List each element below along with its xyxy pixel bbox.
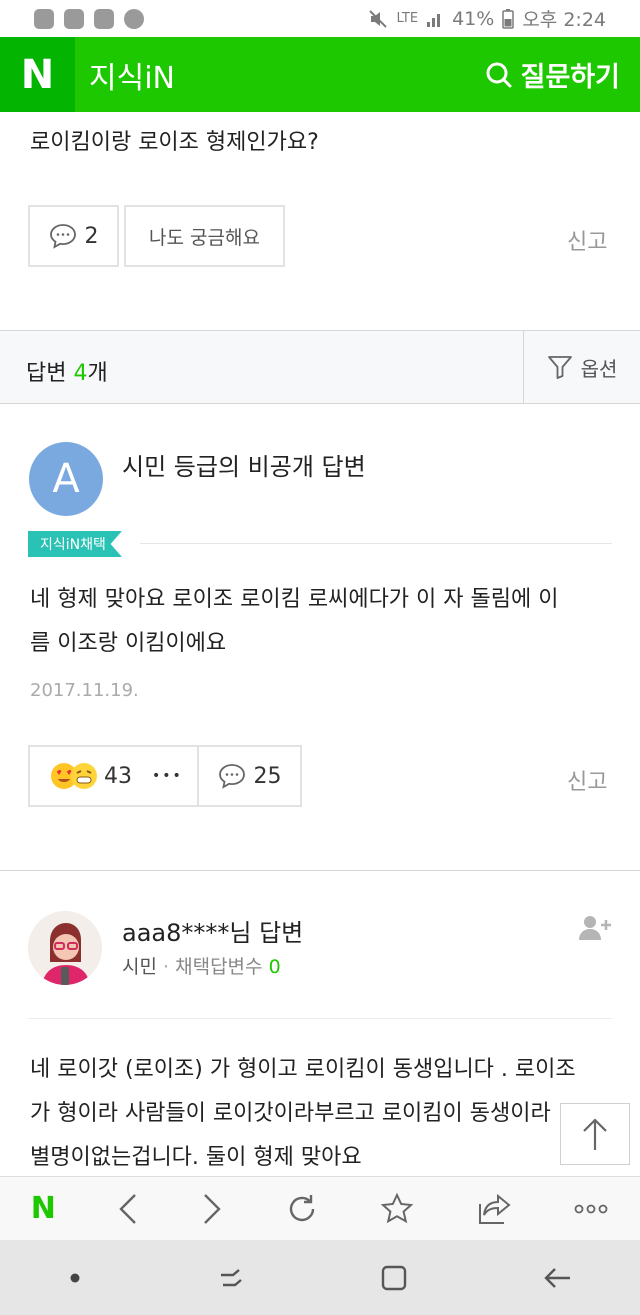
- answer-count: 답변 4개: [26, 355, 108, 387]
- adopted-badge: 지식iN채택: [28, 531, 122, 557]
- status-notification-icons: [34, 8, 144, 29]
- answer-body-line: 네 로이갓 (로이조) 가 형이고 로이킴이 동생입니다 . 로이조: [30, 1057, 576, 1082]
- system-back-icon[interactable]: [543, 1265, 573, 1291]
- app-header: N 지식iN 질문하기: [0, 37, 640, 112]
- system-nav-bar: [0, 1240, 640, 1315]
- scroll-to-top-button[interactable]: [560, 1103, 630, 1165]
- arrow-up-icon: [583, 1118, 607, 1150]
- answer-comment-count: 25: [253, 763, 282, 789]
- author-divider: [28, 1018, 612, 1019]
- meta-separator: ·: [163, 956, 170, 978]
- refresh-icon[interactable]: [285, 1192, 319, 1226]
- answer-report-link[interactable]: 신고: [567, 764, 607, 796]
- back-icon[interactable]: [117, 1192, 139, 1226]
- recents-icon[interactable]: [217, 1265, 245, 1291]
- battery-icon: [502, 8, 515, 29]
- dot-icon[interactable]: [68, 1271, 82, 1285]
- home-icon[interactable]: [380, 1264, 408, 1292]
- answers-header: 답변 4개 옵션: [0, 330, 640, 404]
- answer-author-title: 시민 등급의 비공개 답변: [122, 453, 366, 481]
- gallery-notification-icon: [94, 8, 114, 29]
- ask-question-label: 질문하기: [520, 62, 620, 93]
- reaction-more-icon[interactable]: •••: [152, 768, 183, 784]
- answer-date: 2017.11.19.: [30, 680, 139, 701]
- share-icon[interactable]: [476, 1192, 512, 1226]
- youtube-notification-icon: [64, 8, 84, 29]
- answer-body-line: 가 형이라 사람들이 로이갓이라부르고 로이킴이 동생이라: [30, 1101, 551, 1126]
- answer-count-label: 답변: [26, 361, 67, 386]
- status-bar: LTE 41% 오후 2:24: [0, 0, 640, 37]
- answer-comment-button[interactable]: 25: [197, 745, 302, 807]
- answer-body-line: 별명이없는겁니다. 둘이 형제 맞아요: [30, 1145, 362, 1170]
- signal-icon: [427, 13, 441, 27]
- clock: 오후 2:24: [522, 9, 606, 31]
- status-indicators: LTE 41% 오후 2:24: [368, 5, 606, 32]
- mute-icon: [369, 9, 388, 28]
- ask-question-button[interactable]: 질문하기: [485, 55, 620, 94]
- character-avatar-icon: [28, 911, 102, 985]
- filter-icon: [547, 356, 572, 379]
- answer-author-meta: 시민 · 채택답변수 0: [122, 952, 281, 979]
- options-button[interactable]: 옵션: [523, 331, 640, 403]
- adopt-count-label: 채택답변수: [175, 956, 263, 978]
- author-rank: 시민: [122, 956, 157, 978]
- service-title[interactable]: 지식iN: [89, 53, 175, 97]
- answer-body: 네 로이갓 (로이조) 가 형이고 로이킴이 동생입니다 . 로이조 가 형이라…: [30, 1048, 620, 1180]
- question-report-link[interactable]: 신고: [567, 224, 607, 256]
- answer-count-unit: 개: [87, 361, 108, 386]
- badge-divider: [140, 543, 612, 544]
- reaction-emoji-icons: [50, 762, 98, 790]
- star-icon[interactable]: [380, 1192, 414, 1226]
- forward-icon[interactable]: [201, 1192, 223, 1226]
- reaction-count: 43: [104, 763, 132, 789]
- question-text: 로이킴이랑 로이조 형제인가요?: [30, 130, 319, 155]
- answer-body-line: 네 형제 맞아요 로이조 로이킴 로씨에다가 이 자 돌림에 이: [30, 587, 559, 612]
- question-comment-count: 2: [84, 223, 99, 249]
- answer-count-number: 4: [73, 361, 88, 386]
- browser-toolbar: N: [0, 1176, 640, 1240]
- comment-icon: [49, 224, 76, 249]
- avatar: [28, 911, 102, 985]
- battery-percent: 41%: [452, 7, 495, 30]
- follow-icon: [579, 916, 611, 940]
- comment-icon: [218, 764, 245, 789]
- search-icon: [486, 62, 512, 87]
- options-label: 옵션: [580, 356, 618, 381]
- follow-button[interactable]: [578, 914, 614, 942]
- network-type: LTE: [396, 11, 419, 26]
- app-notification-icon: [34, 8, 54, 29]
- section-divider: [0, 300, 640, 330]
- answer-divider: [0, 870, 640, 871]
- play-notification-icon: [124, 8, 144, 29]
- home-button[interactable]: N: [31, 1191, 56, 1226]
- grin-emoji-icon: [71, 763, 97, 789]
- answer-author-title: aaa8****님 답변: [122, 919, 304, 947]
- adopt-count: 0: [268, 956, 281, 978]
- reaction-button[interactable]: 43 •••: [28, 745, 199, 807]
- curious-label: 나도 궁금해요: [149, 226, 260, 249]
- question-comment-button[interactable]: 2: [28, 205, 119, 267]
- naver-logo[interactable]: N: [0, 37, 75, 112]
- answer-body-line: 름 이조랑 이킴이에요: [30, 631, 227, 656]
- answer-body: 네 형제 맞아요 로이조 로이킴 로씨에다가 이 자 돌림에 이 름 이조랑 이…: [30, 578, 620, 666]
- curious-button[interactable]: 나도 궁금해요: [124, 205, 285, 267]
- more-icon[interactable]: [573, 1202, 609, 1216]
- avatar: A: [29, 442, 103, 516]
